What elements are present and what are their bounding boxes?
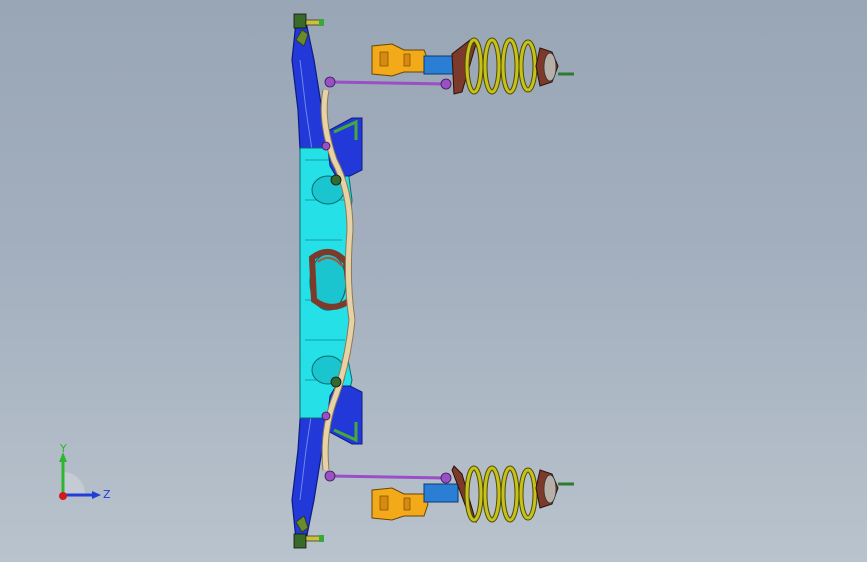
ball-joint-upper <box>293 13 324 29</box>
x-axis-dot <box>59 492 67 500</box>
stabilizer-link-upper <box>324 76 452 90</box>
suspension-assembly-model[interactable] <box>0 0 867 562</box>
coordinate-triad: Y Z <box>59 442 111 501</box>
coil-spring-lower <box>464 465 538 523</box>
coil-spring-upper <box>464 37 538 95</box>
cad-3d-viewport[interactable]: Y Z <box>0 0 867 562</box>
strut-assembly-lower <box>371 465 574 524</box>
stabilizer-link-lower <box>324 470 452 484</box>
z-axis-label: Z <box>103 488 111 501</box>
y-axis-label: Y <box>59 442 67 455</box>
strut-assembly-upper <box>371 37 574 95</box>
ball-joint-lower <box>293 533 324 549</box>
